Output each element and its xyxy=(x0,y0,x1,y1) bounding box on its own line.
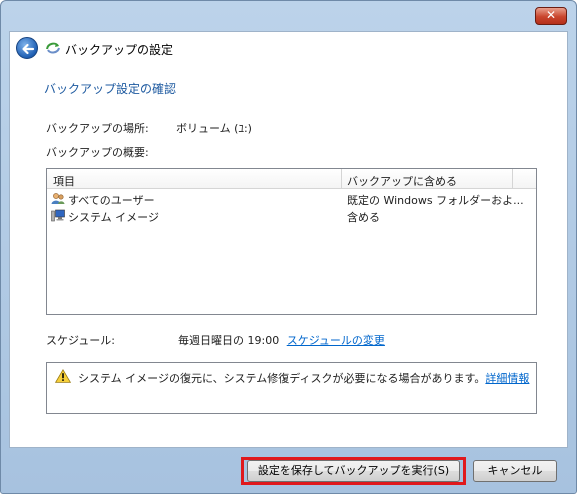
location-value: ボリューム (ﾕ:) xyxy=(176,122,252,135)
column-divider[interactable] xyxy=(512,169,513,189)
back-button[interactable] xyxy=(16,37,38,59)
title-bar: ✕ xyxy=(1,1,576,31)
table-row[interactable]: システム イメージ 含める xyxy=(47,207,536,224)
back-arrow-icon xyxy=(22,43,35,55)
content-area: バックアップの設定 バックアップ設定の確認 バックアップの場所: ボリューム (… xyxy=(9,31,568,448)
info-text: システム イメージの復元に、システム修復ディスクが必要になる場合があります。 xyxy=(78,372,486,385)
row-item-label: すべてのユーザー xyxy=(68,194,155,207)
summary-label: バックアップの概要: xyxy=(46,146,149,159)
users-icon xyxy=(51,193,65,204)
cancel-button[interactable]: キャンセル xyxy=(473,460,557,482)
row-include-value: 含める xyxy=(347,211,380,224)
summary-table: 項目 バックアップに含める すべてのユーザー 既定の Windows フォルダー… xyxy=(46,168,537,315)
column-header-item[interactable]: 項目 xyxy=(53,173,75,189)
row-item-label: システム イメージ xyxy=(68,211,159,224)
location-label: バックアップの場所: xyxy=(46,122,149,135)
column-header-include[interactable]: バックアップに含める xyxy=(347,173,457,189)
save-and-run-button[interactable]: 設定を保存してバックアップを実行(S) xyxy=(247,460,460,482)
section-title: バックアップ設定の確認 xyxy=(44,82,177,96)
more-info-link[interactable]: 詳細情報 xyxy=(485,372,529,385)
info-message: システム イメージの復元に、システム修復ディスクが必要になる場合があります。詳細… xyxy=(78,370,529,386)
info-box: システム イメージの復元に、システム修復ディスクが必要になる場合があります。詳細… xyxy=(46,362,537,414)
page-title: バックアップの設定 xyxy=(65,43,174,57)
table-row[interactable]: すべてのユーザー 既定の Windows フォルダーおよ... xyxy=(47,190,536,207)
window-frame: ✕ バックアップの設定 バックアップ設定の確認 バックアップの場所: ボリューム… xyxy=(0,0,577,494)
header: バックアップの設定 xyxy=(10,32,567,66)
backup-icon xyxy=(46,42,60,54)
row-include-value: 既定の Windows フォルダーおよ... xyxy=(347,194,524,207)
table-header: 項目 バックアップに含める xyxy=(47,169,536,189)
close-button[interactable]: ✕ xyxy=(535,7,567,25)
system-image-icon xyxy=(51,209,65,222)
warning-icon xyxy=(55,369,71,383)
schedule-label: スケジュール: xyxy=(46,334,115,347)
change-schedule-link[interactable]: スケジュールの変更 xyxy=(287,334,385,347)
schedule-value: 毎週日曜日の 19:00 スケジュールの変更 xyxy=(178,332,385,348)
schedule-text: 毎週日曜日の 19:00 xyxy=(178,334,280,347)
column-divider[interactable] xyxy=(341,169,342,189)
